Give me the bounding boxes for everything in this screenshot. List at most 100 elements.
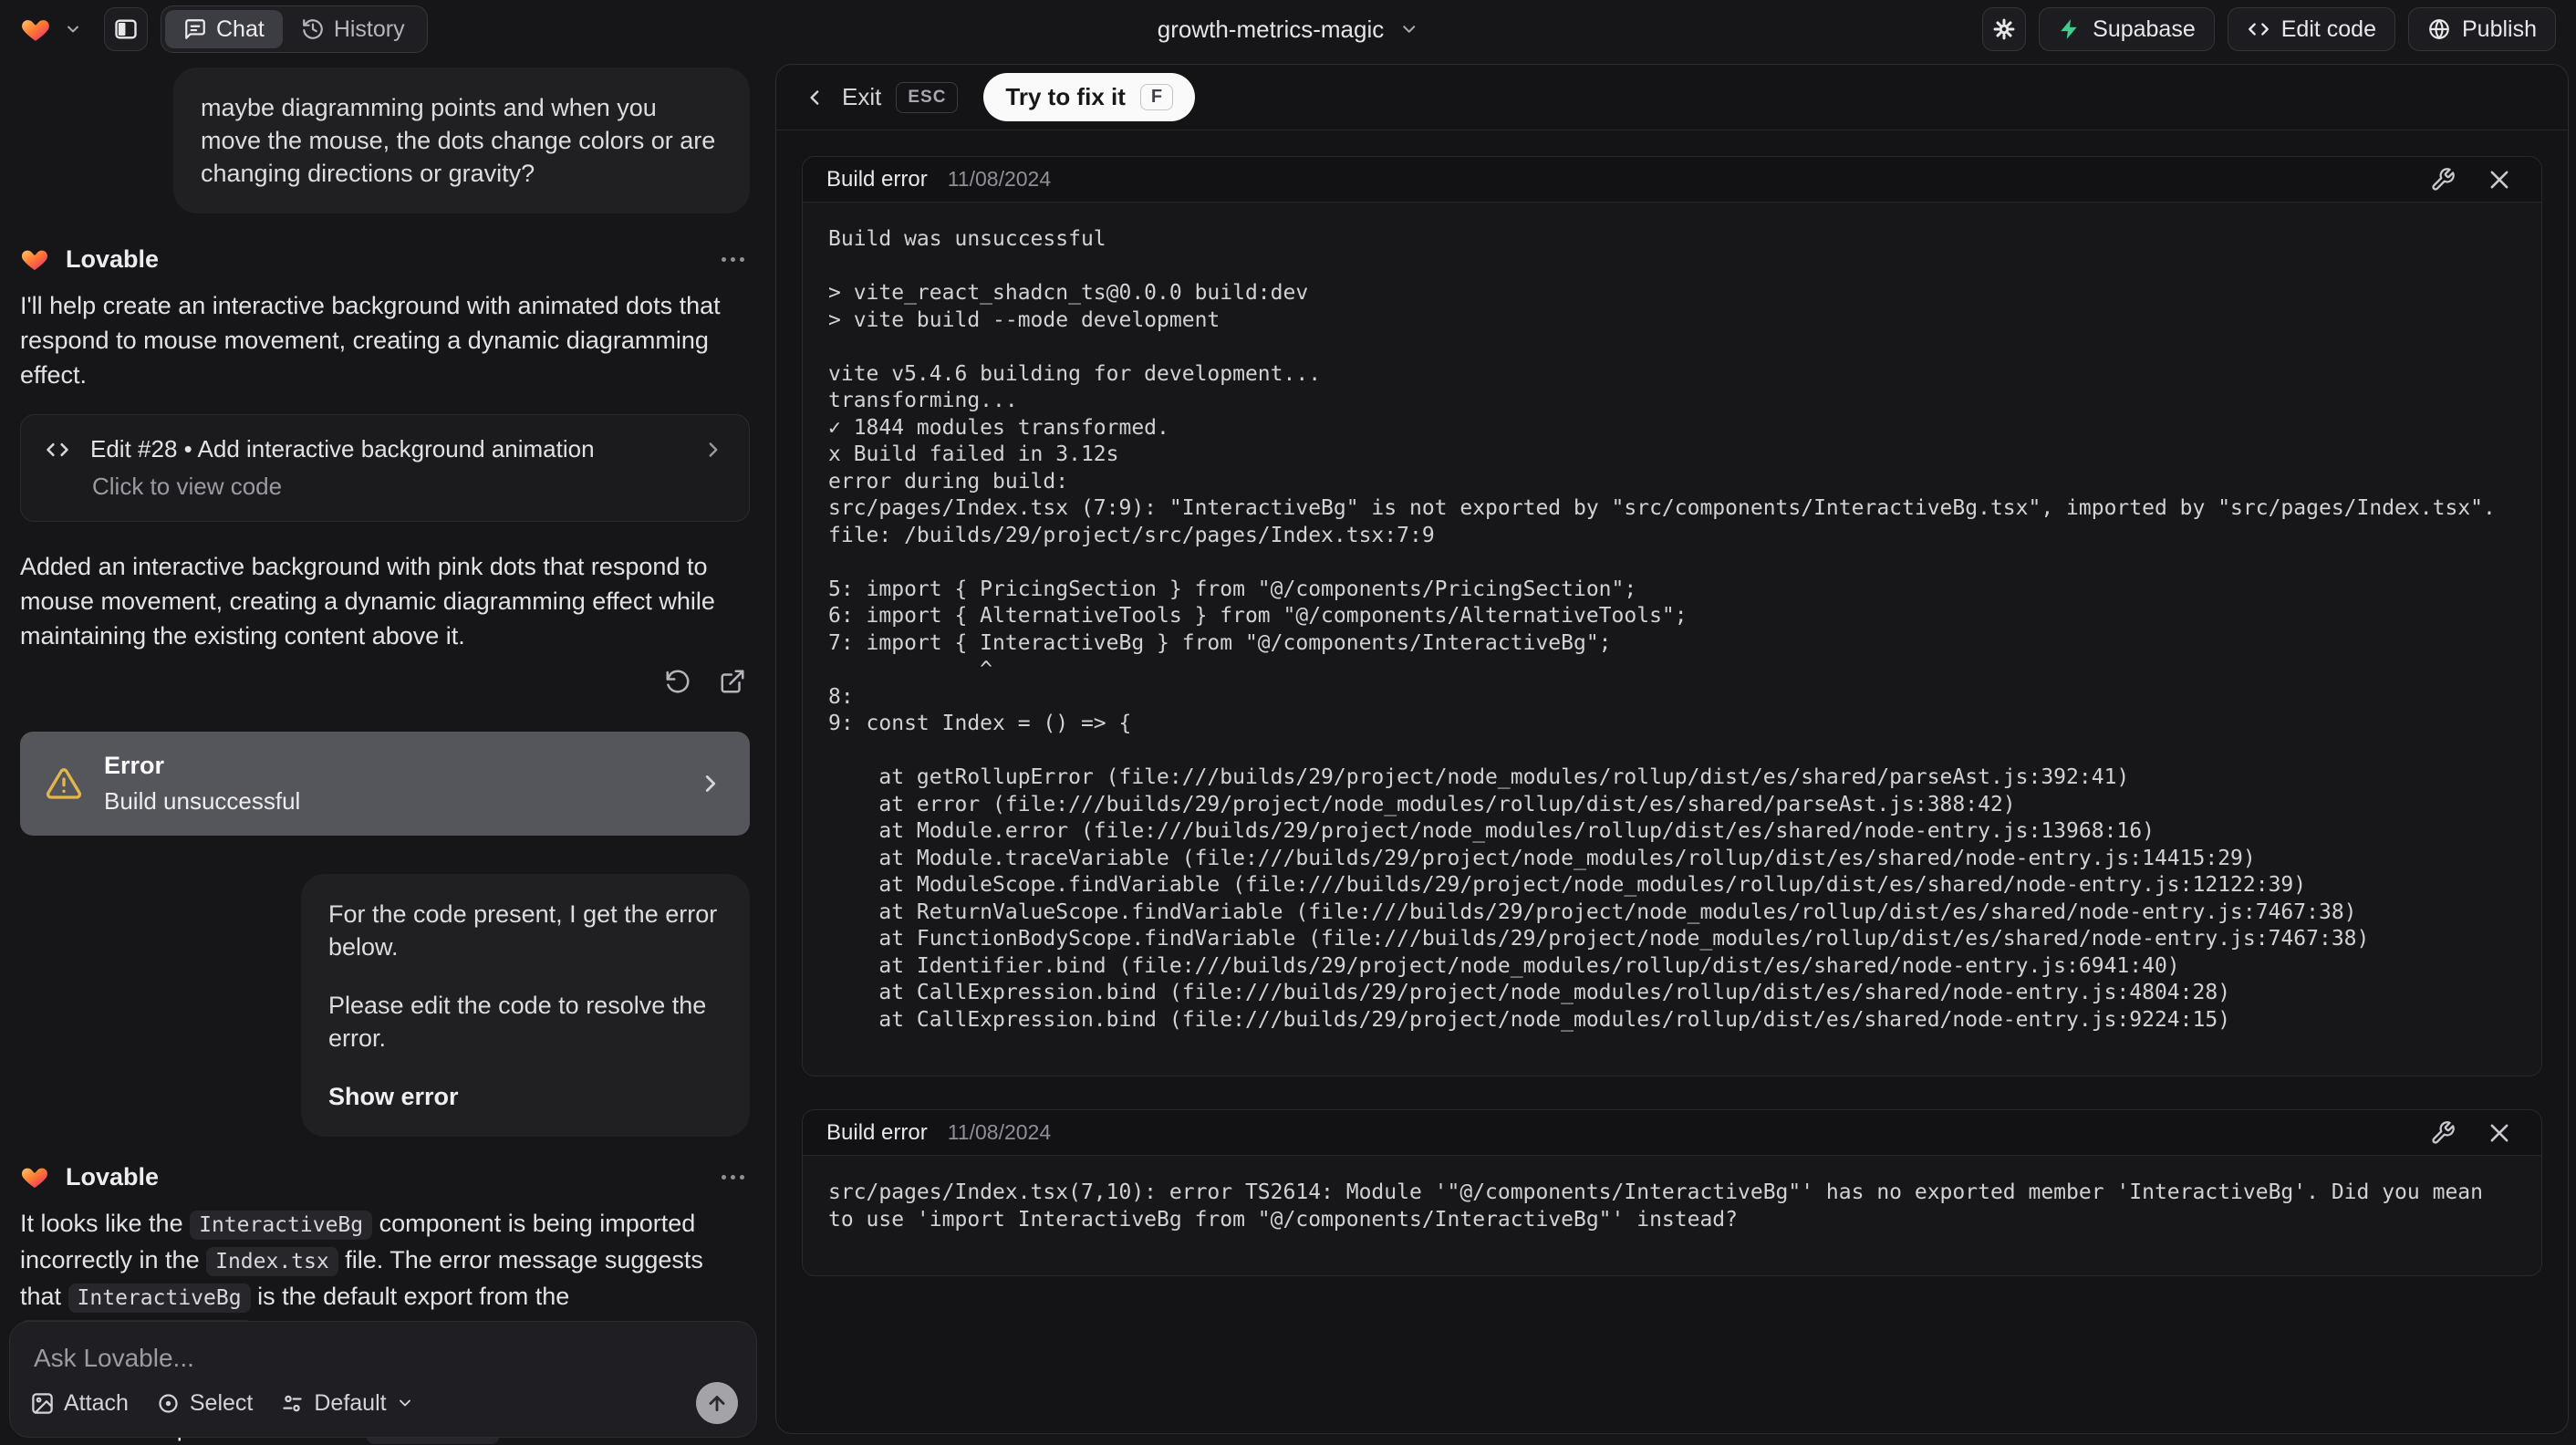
supabase-button[interactable]: Supabase bbox=[2039, 7, 2215, 51]
edit-card-28[interactable]: Edit #28 • Add interactive background an… bbox=[20, 414, 750, 522]
composer: Ask Lovable... Attach Select Default bbox=[9, 1321, 757, 1438]
error-overlay-header: Exit ESC Try to fix it F bbox=[776, 65, 2568, 130]
close-error-button[interactable] bbox=[2481, 1115, 2518, 1151]
gear-icon bbox=[1991, 16, 2017, 42]
send-button[interactable] bbox=[696, 1382, 738, 1424]
f-key-badge: F bbox=[1139, 84, 1174, 110]
show-error-link[interactable]: Show error bbox=[328, 1080, 722, 1113]
try-to-fix-label: Try to fix it bbox=[1005, 83, 1126, 110]
fix-error-button[interactable] bbox=[2425, 1115, 2461, 1151]
build-error-panel-2: Build error 11/08/2024 src/pages/Index.t… bbox=[802, 1109, 2542, 1276]
chat-input[interactable]: Ask Lovable... bbox=[34, 1344, 732, 1373]
assistant-message: Added an interactive background with pin… bbox=[20, 553, 715, 650]
build-error-panel-header: Build error 11/08/2024 bbox=[803, 1110, 2541, 1156]
publish-button[interactable]: Publish bbox=[2408, 7, 2556, 51]
exit-label: Exit bbox=[842, 83, 882, 110]
logo-chevron-down-icon[interactable] bbox=[64, 20, 82, 38]
chevron-right-icon bbox=[701, 438, 725, 462]
build-error-date: 11/08/2024 bbox=[947, 1120, 1052, 1144]
build-error-title: Build error bbox=[826, 1119, 928, 1145]
lovable-avatar bbox=[20, 244, 49, 274]
tab-chat-label: Chat bbox=[216, 16, 265, 42]
globe-icon bbox=[2427, 17, 2451, 41]
restore-button[interactable] bbox=[660, 664, 695, 699]
mode-selector[interactable]: Default bbox=[280, 1390, 413, 1417]
close-icon bbox=[2487, 1120, 2512, 1146]
arrow-up-icon bbox=[705, 1391, 729, 1415]
more-options-button[interactable] bbox=[716, 1170, 750, 1185]
warning-triangle-icon bbox=[46, 765, 82, 802]
project-chevron-down-icon bbox=[1398, 19, 1418, 39]
wrench-icon bbox=[2430, 167, 2456, 192]
topbar: Chat History growth-metrics-magic Supaba… bbox=[0, 0, 2576, 58]
tab-chat[interactable]: Chat bbox=[165, 10, 283, 48]
error-card-text: Error Build unsuccessful bbox=[104, 752, 300, 816]
chat-bubble-icon bbox=[183, 17, 207, 41]
project-name: growth-metrics-magic bbox=[1157, 15, 1385, 43]
edit-card-subtitle: Click to view code bbox=[92, 473, 283, 500]
close-error-button[interactable] bbox=[2481, 161, 2518, 198]
message-list: maybe diagramming points and when you mo… bbox=[0, 68, 764, 1445]
publish-label: Publish bbox=[2462, 16, 2537, 42]
exit-button[interactable]: Exit ESC bbox=[804, 81, 959, 113]
close-icon bbox=[2487, 167, 2512, 192]
supabase-label: Supabase bbox=[2093, 16, 2196, 42]
edit-card-title: Edit #28 • Add interactive background an… bbox=[90, 435, 595, 463]
error-overlay-panel: Exit ESC Try to fix it F Build error 11/… bbox=[775, 64, 2569, 1434]
try-to-fix-button[interactable]: Try to fix it F bbox=[983, 73, 1196, 121]
fix-error-button[interactable] bbox=[2425, 161, 2461, 198]
edit-code-label: Edit code bbox=[2280, 16, 2376, 42]
restore-icon bbox=[664, 668, 691, 695]
error-card-subtitle: Build unsuccessful bbox=[104, 787, 301, 815]
history-icon bbox=[301, 17, 325, 41]
attach-label: Attach bbox=[64, 1389, 129, 1416]
build-error-title: Build error bbox=[826, 166, 928, 192]
code-icon bbox=[2247, 17, 2270, 41]
lovable-logo[interactable] bbox=[20, 14, 51, 45]
tab-history-label: History bbox=[333, 16, 405, 42]
sidebar-toggle-button[interactable] bbox=[104, 7, 148, 51]
chevron-down-icon bbox=[396, 1394, 414, 1412]
build-error-panel-1: Build error 11/08/2024 Build was unsucce… bbox=[802, 156, 2542, 1076]
composer-toolbar: Attach Select Default bbox=[30, 1382, 738, 1424]
mode-label: Default bbox=[314, 1389, 387, 1416]
chevron-left-icon bbox=[804, 86, 827, 109]
build-error-panel-header: Build error 11/08/2024 bbox=[803, 157, 2541, 203]
code-icon bbox=[45, 437, 70, 463]
chevron-right-icon bbox=[697, 770, 724, 797]
message-actions bbox=[20, 664, 750, 699]
chat-panel: maybe diagramming points and when you mo… bbox=[0, 58, 764, 1445]
supabase-bolt-icon bbox=[2058, 17, 2082, 41]
edit-code-button[interactable]: Edit code bbox=[2227, 7, 2395, 51]
panel-left-icon bbox=[113, 16, 139, 42]
assistant-message: I'll help create an interactive backgrou… bbox=[20, 292, 721, 389]
open-preview-button[interactable] bbox=[715, 664, 750, 699]
lovable-avatar bbox=[20, 1162, 49, 1191]
assistant-header: Lovable bbox=[20, 1162, 750, 1191]
tab-history[interactable]: History bbox=[283, 10, 423, 48]
select-label: Select bbox=[189, 1389, 254, 1416]
user-message: maybe diagramming points and when you mo… bbox=[173, 68, 750, 213]
view-switcher: Chat History bbox=[161, 5, 428, 53]
attach-button[interactable]: Attach bbox=[30, 1390, 129, 1417]
build-error-card[interactable]: Error Build unsuccessful bbox=[20, 732, 750, 836]
assistant-name: Lovable bbox=[66, 244, 160, 273]
sliders-icon bbox=[280, 1391, 305, 1416]
wrench-icon bbox=[2430, 1120, 2456, 1146]
user-message-line: For the code present, I get the error be… bbox=[328, 900, 718, 961]
select-button[interactable]: Select bbox=[156, 1390, 253, 1417]
project-menu[interactable]: growth-metrics-magic bbox=[1158, 16, 1419, 44]
build-error-date: 11/08/2024 bbox=[947, 167, 1052, 191]
user-message: For the code present, I get the error be… bbox=[301, 874, 750, 1137]
error-card-title: Error bbox=[104, 752, 165, 779]
external-link-icon bbox=[719, 668, 746, 695]
assistant-header: Lovable bbox=[20, 244, 750, 274]
build-error-log: src/pages/Index.tsx(7,10): error TS2614:… bbox=[828, 1180, 2496, 1232]
settings-button[interactable] bbox=[1982, 7, 2027, 51]
esc-key-badge: ESC bbox=[896, 81, 959, 113]
target-icon bbox=[156, 1391, 181, 1416]
build-error-log: Build was unsuccessful > vite_react_shad… bbox=[828, 227, 2496, 1032]
user-message-line: Please edit the code to resolve the erro… bbox=[328, 992, 707, 1052]
assistant-name: Lovable bbox=[66, 1162, 160, 1190]
more-options-button[interactable] bbox=[716, 252, 750, 267]
